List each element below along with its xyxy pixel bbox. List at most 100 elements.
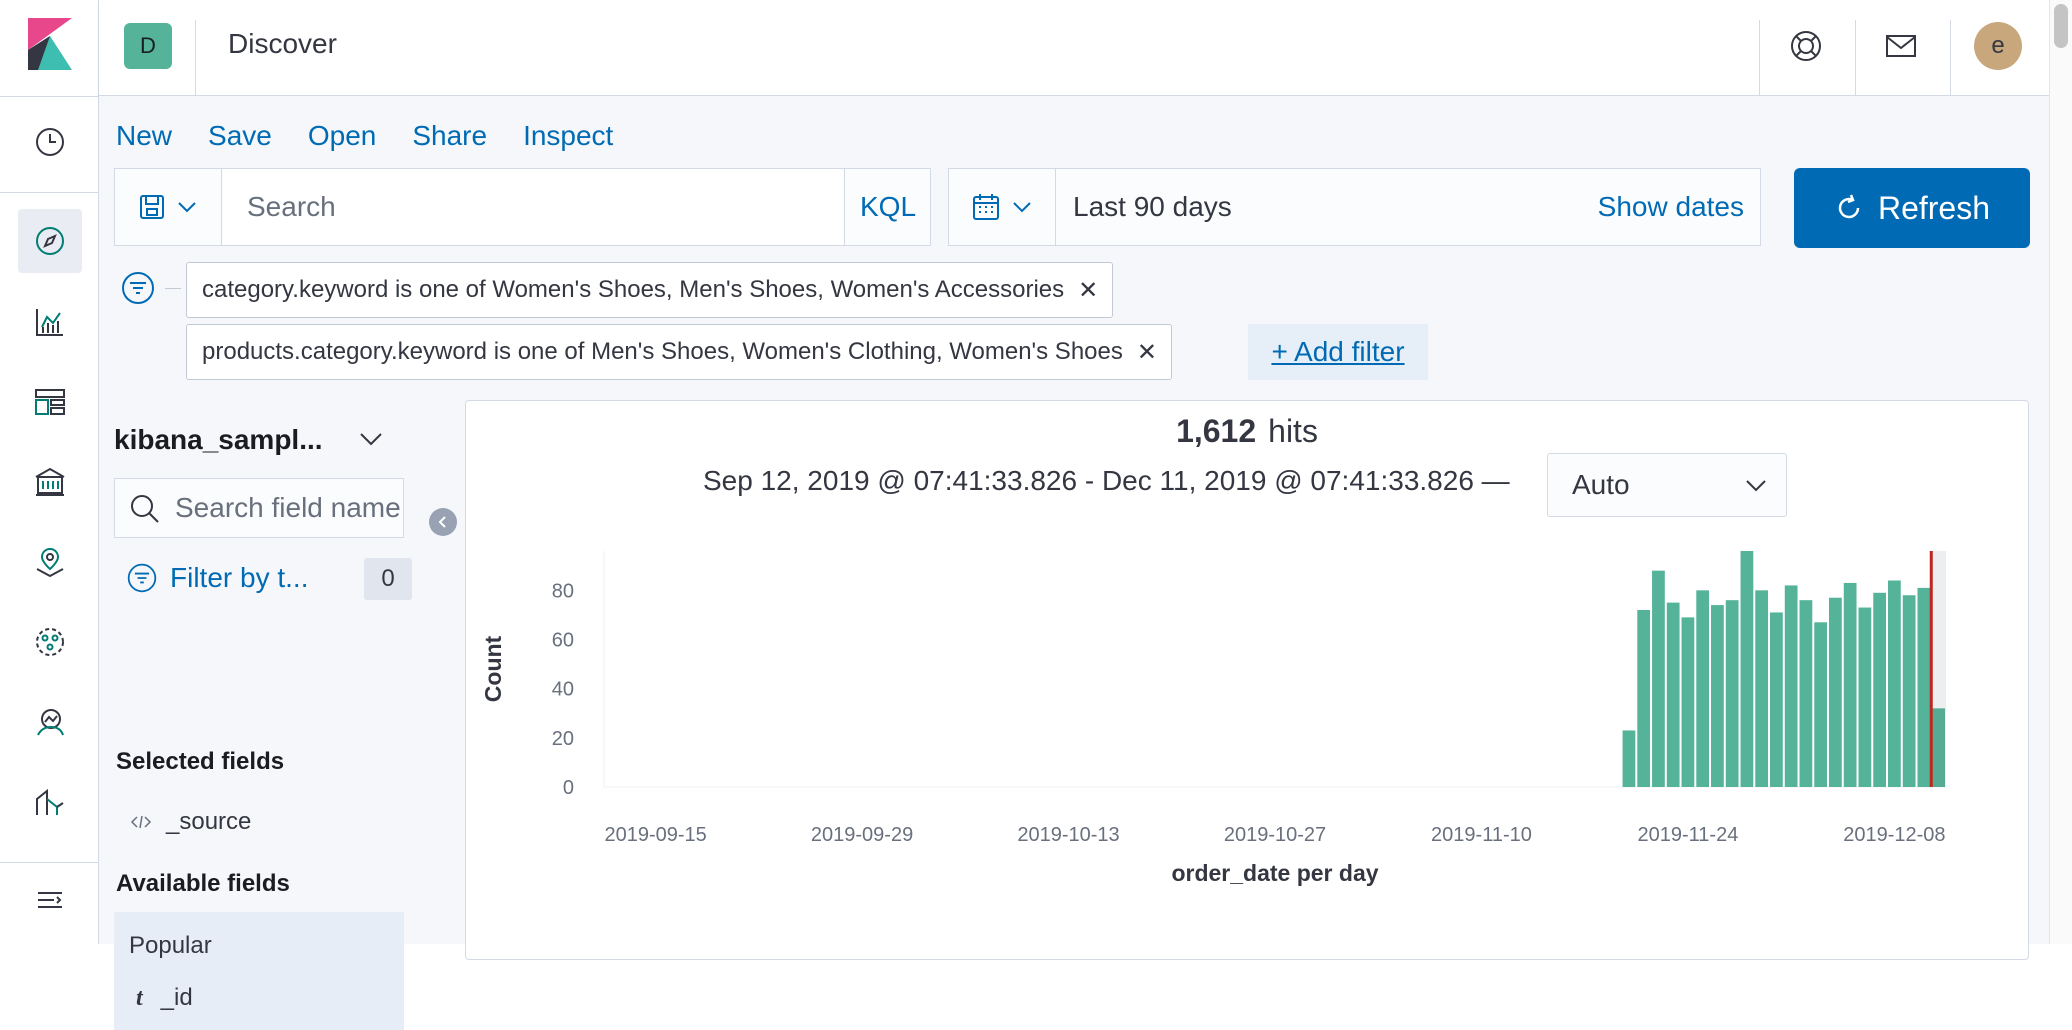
histogram-bar bbox=[1799, 600, 1813, 787]
add-filter-button[interactable]: + Add filter bbox=[1248, 324, 1428, 380]
filter-menu-icon[interactable] bbox=[120, 270, 156, 306]
popular-fields-group: Popular t _id bbox=[114, 912, 404, 1030]
x-tick-label: 2019-11-10 bbox=[1431, 824, 1532, 846]
saved-query-button[interactable] bbox=[115, 169, 222, 245]
histogram-bar bbox=[1652, 570, 1665, 787]
field-name: _source bbox=[166, 808, 252, 835]
filter-by-type-button[interactable]: Filter by t... bbox=[126, 562, 308, 594]
show-dates-link[interactable]: Show dates bbox=[1598, 191, 1744, 223]
histogram-bar bbox=[1902, 595, 1916, 787]
index-pattern-title[interactable]: kibana_sampl... bbox=[114, 424, 323, 456]
field-item[interactable]: t _id bbox=[136, 984, 193, 1012]
y-tick-label: 20 bbox=[552, 728, 574, 750]
recently-viewed-button[interactable] bbox=[18, 110, 82, 174]
field-name: _id bbox=[160, 984, 193, 1011]
x-tick-label: 2019-09-15 bbox=[604, 824, 706, 846]
menu-share[interactable]: Share bbox=[412, 120, 487, 152]
chevron-down-icon[interactable] bbox=[356, 424, 386, 454]
x-tick-label: 2019-11-24 bbox=[1638, 824, 1739, 846]
histogram-bar bbox=[1622, 730, 1636, 787]
save-icon bbox=[140, 195, 164, 219]
popular-label: Popular bbox=[129, 932, 212, 959]
page-scrollbar[interactable] bbox=[2049, 0, 2072, 944]
histogram-panel: 1,612 hits Sep 12, 2019 @ 07:41:33.826 - … bbox=[465, 400, 2029, 960]
interval-select[interactable]: Auto bbox=[1547, 453, 1787, 517]
nav-collapse-button[interactable] bbox=[18, 868, 82, 932]
query-bar: KQL bbox=[114, 168, 931, 246]
close-icon[interactable]: ✕ bbox=[1078, 276, 1098, 305]
menu-open[interactable]: Open bbox=[308, 120, 377, 152]
top-header: D Discover e bbox=[99, 0, 2049, 96]
maps-icon bbox=[36, 547, 64, 578]
nav-apm[interactable] bbox=[18, 770, 82, 834]
nav-maps[interactable] bbox=[18, 530, 82, 594]
field-search-box bbox=[114, 478, 404, 538]
y-tick-label: 80 bbox=[552, 580, 574, 602]
histogram-chart[interactable]: 0 20 40 60 80 2019-09-15 2019-09-29 2019-10-13 2… bbox=[466, 541, 2028, 959]
chevron-down-icon bbox=[1013, 202, 1031, 213]
rail-divider bbox=[0, 192, 99, 193]
top-nav-menu: New Save Open Share Inspect bbox=[116, 120, 613, 152]
nav-graph[interactable] bbox=[18, 690, 82, 754]
histogram-bar bbox=[1770, 612, 1783, 787]
user-avatar[interactable]: e bbox=[1974, 22, 2022, 70]
nav-ml[interactable] bbox=[18, 610, 82, 674]
chevron-down-icon bbox=[1746, 480, 1766, 492]
histogram-bar bbox=[1784, 585, 1798, 787]
filter-pill[interactable]: category.keyword is one of Women's Shoes… bbox=[186, 262, 1114, 318]
y-tick-label: 60 bbox=[552, 630, 574, 652]
filter-pill[interactable]: products.category.keyword is one of Men'… bbox=[186, 324, 1172, 380]
x-tick-label: 2019-10-27 bbox=[1224, 824, 1326, 846]
filter-connector bbox=[165, 288, 181, 289]
refresh-button[interactable]: Refresh bbox=[1794, 168, 2030, 248]
histogram-bar bbox=[1740, 551, 1754, 787]
histogram-bar bbox=[1681, 617, 1695, 787]
histogram-bar bbox=[1829, 597, 1842, 787]
time-range-label: Sep 12, 2019 @ 07:41:33.826 - Dec 11, 20… bbox=[703, 465, 1510, 496]
help-lifebuoy-icon bbox=[1791, 31, 1821, 61]
histogram-bar bbox=[1755, 590, 1769, 787]
search-icon bbox=[131, 495, 159, 523]
header-divider bbox=[1759, 20, 1760, 96]
filter-by-type-label: Filter by t... bbox=[170, 562, 309, 593]
rail-divider bbox=[0, 96, 99, 97]
nav-dashboard[interactable] bbox=[18, 370, 82, 434]
filter-count-badge: 0 bbox=[364, 558, 412, 600]
selected-fields-heading: Selected fields bbox=[116, 748, 285, 775]
query-language-toggle[interactable]: KQL bbox=[844, 169, 931, 245]
field-item[interactable]: _source bbox=[130, 808, 251, 836]
hits-counter: 1,612 hits bbox=[466, 413, 2028, 450]
visualize-icon bbox=[36, 309, 63, 336]
quick-select-button[interactable] bbox=[949, 169, 1056, 245]
page-title: Discover bbox=[228, 28, 337, 59]
dashboard-icon bbox=[35, 389, 65, 415]
histogram-bar bbox=[1814, 622, 1828, 787]
search-input[interactable] bbox=[223, 169, 843, 245]
menu-save[interactable]: Save bbox=[208, 120, 272, 152]
space-selector[interactable]: D bbox=[124, 23, 172, 69]
calendar-icon bbox=[973, 194, 999, 220]
menu-new[interactable]: New bbox=[116, 120, 172, 152]
code-icon bbox=[130, 815, 152, 829]
compass-icon bbox=[36, 227, 64, 255]
kibana-logo[interactable] bbox=[28, 18, 72, 70]
canvas-icon bbox=[35, 467, 65, 496]
newsfeed-button[interactable] bbox=[1881, 26, 1921, 66]
scrollbar-thumb[interactable] bbox=[2054, 4, 2068, 48]
field-search-input[interactable] bbox=[175, 479, 400, 537]
discover-main: New Save Open Share Inspect KQL Last 90 … bbox=[99, 96, 2049, 1030]
nav-visualize[interactable] bbox=[18, 290, 82, 354]
close-icon[interactable]: ✕ bbox=[1137, 338, 1157, 367]
nav-canvas[interactable] bbox=[18, 450, 82, 514]
x-tick-label: 2019-09-29 bbox=[811, 824, 913, 846]
help-button[interactable] bbox=[1786, 26, 1826, 66]
date-range-label[interactable]: Last 90 days bbox=[1073, 191, 1232, 223]
hits-count: 1,612 bbox=[1176, 413, 1257, 449]
nav-discover[interactable] bbox=[18, 209, 82, 273]
refresh-label: Refresh bbox=[1877, 189, 1991, 226]
menu-inspect[interactable]: Inspect bbox=[523, 120, 613, 152]
collapse-sidebar-button[interactable] bbox=[429, 508, 457, 536]
header-divider bbox=[1950, 20, 1951, 96]
rail-divider bbox=[0, 862, 99, 863]
side-nav bbox=[0, 0, 99, 944]
